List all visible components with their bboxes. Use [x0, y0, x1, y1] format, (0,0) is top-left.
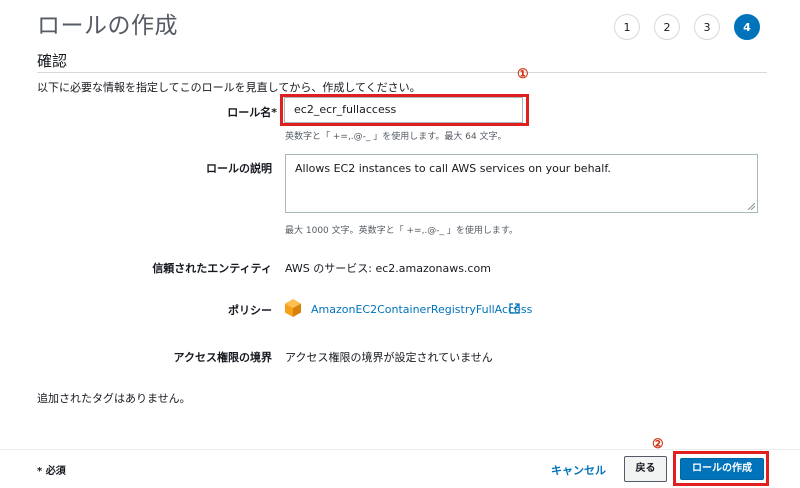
- external-link-icon[interactable]: [509, 303, 520, 314]
- intro-text: 以下に必要な情報を指定してこのロールを見直してから、作成してください。: [37, 81, 421, 94]
- trusted-entity-label: 信頼されたエンティティ: [152, 262, 272, 275]
- cancel-button[interactable]: キャンセル: [551, 462, 606, 478]
- role-description-hint: 最大 1000 文字。英数字と「 +=,.@-_ 」を使用します。: [285, 226, 519, 236]
- role-description-label: ロールの説明: [206, 162, 272, 175]
- create-role-button[interactable]: ロールの作成: [680, 458, 764, 480]
- step-4[interactable]: 4: [734, 14, 760, 40]
- policy-label: ポリシー: [228, 304, 272, 317]
- required-note: * 必須: [37, 466, 66, 477]
- highlight-box-role-name: [280, 94, 529, 126]
- back-button[interactable]: 戻る: [624, 456, 667, 482]
- role-description-value: Allows EC2 instances to call AWS service…: [295, 162, 611, 175]
- step-1[interactable]: 1: [614, 14, 640, 40]
- policy-link[interactable]: AmazonEC2ContainerRegistryFullAccess: [311, 303, 532, 316]
- trusted-entity-value: AWS のサービス: ec2.amazonaws.com: [285, 262, 491, 275]
- permissions-boundary-label: アクセス権限の境界: [173, 351, 272, 364]
- policy-cube-icon: [285, 299, 301, 317]
- annotation-marker-1: ①: [517, 67, 529, 82]
- step-2[interactable]: 2: [654, 14, 680, 40]
- footer-divider: [0, 449, 800, 450]
- tags-note: 追加されたタグはありません。: [37, 392, 191, 405]
- role-name-label: ロール名*: [227, 106, 277, 119]
- permissions-boundary-value: アクセス権限の境界が設定されていません: [285, 351, 493, 364]
- page-title: ロールの作成: [37, 13, 178, 39]
- section-title: 確認: [37, 52, 68, 70]
- section-divider: [37, 72, 767, 73]
- step-3[interactable]: 3: [694, 14, 720, 40]
- resize-handle-icon[interactable]: [748, 203, 755, 210]
- role-name-hint: 英数字と「 +=,.@-_ 」を使用します。最大 64 文字。: [285, 132, 507, 142]
- role-description-textarea[interactable]: Allows EC2 instances to call AWS service…: [285, 154, 758, 213]
